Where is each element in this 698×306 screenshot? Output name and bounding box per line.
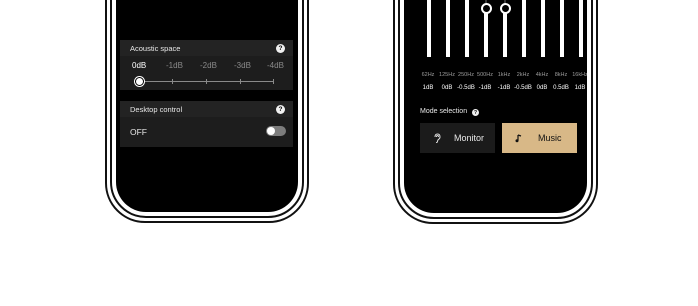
acoustic-space-header: Acoustic space ? xyxy=(120,40,293,56)
mode-selection-label: Mode selection xyxy=(420,108,468,115)
eq-frequency-label: 16kHz xyxy=(572,72,587,78)
desktop-control-title: Desktop control xyxy=(130,104,183,114)
eq-level-bar xyxy=(427,0,431,57)
left-phone-screen: Acoustic space ? 0dB -1dB -2dB -3dB -4dB xyxy=(116,0,298,212)
acoustic-space-knob[interactable] xyxy=(135,77,144,86)
eq-band-125hz[interactable] xyxy=(437,0,457,57)
desktop-control-state: OFF xyxy=(130,127,147,137)
help-icon[interactable]: ? xyxy=(276,43,285,53)
acoustic-space-card: Acoustic space ? 0dB -1dB -2dB -3dB -4dB xyxy=(120,40,293,90)
eq-level-bar xyxy=(579,0,583,57)
eq-band-1khz[interactable] xyxy=(494,0,514,57)
eq-level-bar xyxy=(522,0,526,57)
monitor-mode-button[interactable]: Monitor xyxy=(420,123,495,153)
right-phone-screen: 62Hz 1dB 125Hz 0dB 250Hz -0.5dB 500Hz -1dB 1kHz -… xyxy=(404,0,587,213)
level-option[interactable]: -4dB xyxy=(267,61,284,70)
eq-band-4khz[interactable] xyxy=(532,0,552,57)
desktop-control-header: Desktop control ? xyxy=(120,101,293,117)
eq-band-62hz[interactable] xyxy=(418,0,438,57)
eq-band-16khz[interactable] xyxy=(570,0,587,57)
eq-band-250hz[interactable] xyxy=(456,0,476,57)
music-mode-label: Music xyxy=(538,133,562,143)
eq-level-bar xyxy=(560,0,564,57)
right-phone-frame: 62Hz 1dB 125Hz 0dB 250Hz -0.5dB 500Hz -1dB 1kHz -… xyxy=(393,0,598,224)
desktop-control-card: Desktop control ? OFF xyxy=(120,101,293,147)
eq-knob[interactable] xyxy=(500,3,511,14)
music-mode-button[interactable]: Music xyxy=(502,123,577,153)
monitor-mode-label: Monitor xyxy=(454,133,485,143)
level-option[interactable]: -1dB xyxy=(166,61,183,70)
toggle-thumb xyxy=(267,127,275,135)
level-option[interactable]: 0dB xyxy=(132,61,146,70)
left-phone-bezel: Acoustic space ? 0dB -1dB -2dB -3dB -4dB xyxy=(110,0,304,218)
eq-level-bar xyxy=(541,0,545,57)
right-phone-bezel: 62Hz 1dB 125Hz 0dB 250Hz -0.5dB 500Hz -1dB 1kHz -… xyxy=(398,0,593,219)
eq-level-bar xyxy=(484,7,488,57)
eq-level-bar xyxy=(465,0,469,57)
left-phone-frame: Acoustic space ? 0dB -1dB -2dB -3dB -4dB xyxy=(105,0,309,223)
acoustic-space-title: Acoustic space xyxy=(130,43,181,53)
eq-band-2khz[interactable] xyxy=(513,0,533,57)
help-icon[interactable]: ? xyxy=(276,104,285,114)
acoustic-space-slider[interactable] xyxy=(138,79,274,84)
level-option[interactable]: -3dB xyxy=(234,61,251,70)
desktop-control-toggle[interactable] xyxy=(266,126,286,136)
eq-knob[interactable] xyxy=(481,3,492,14)
level-option[interactable]: -2dB xyxy=(200,61,217,70)
eq-gain-label: 1dB xyxy=(574,85,586,91)
ear-icon xyxy=(434,133,441,143)
eq-level-bar xyxy=(503,7,507,57)
music-note-icon xyxy=(515,134,522,143)
eq-level-bar xyxy=(446,0,450,57)
eq-band-8khz[interactable] xyxy=(551,0,571,57)
help-icon[interactable]: ? xyxy=(472,109,479,116)
eq-band-500hz[interactable] xyxy=(475,0,495,57)
